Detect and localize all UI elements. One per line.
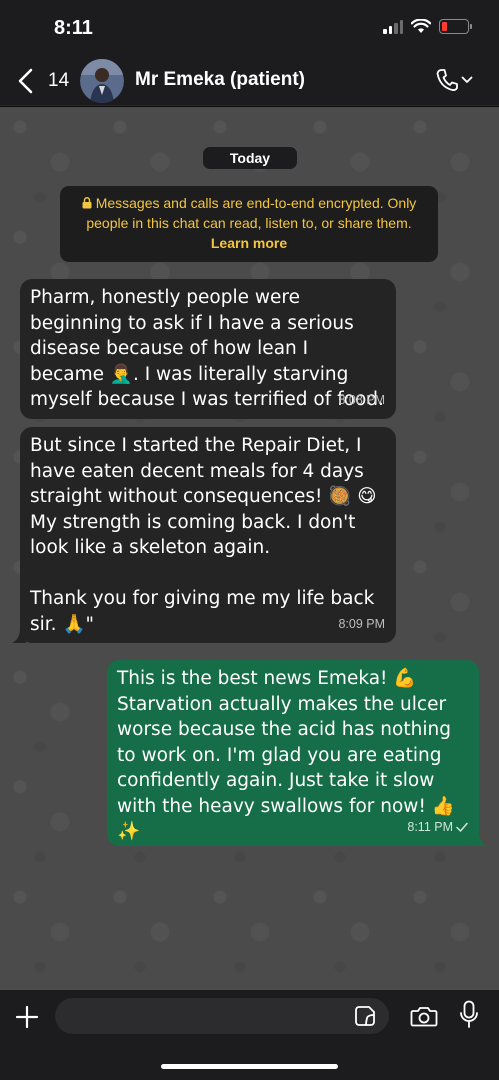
- encryption-notice[interactable]: Messages and calls are end-to-end encryp…: [60, 186, 438, 262]
- message-time: 8:08 PM: [338, 392, 385, 407]
- avatar[interactable]: [80, 59, 124, 103]
- encryption-text: Messages and calls are end-to-end encryp…: [86, 195, 417, 231]
- status-bar: 8:11: [0, 0, 499, 56]
- lock-icon: [82, 197, 92, 209]
- sticker-icon[interactable]: [353, 1004, 377, 1028]
- chevron-down-icon: [461, 76, 473, 83]
- message-time: 8:11 PM: [407, 819, 453, 834]
- wifi-icon: [411, 19, 431, 33]
- message-time: 8:09 PM: [338, 616, 385, 631]
- person-photo-icon: [80, 59, 124, 103]
- chevron-left-icon: [18, 68, 33, 94]
- cellular-signal-icon: [383, 19, 403, 34]
- bubble-tail: [12, 629, 26, 643]
- bubble-tail: [473, 832, 487, 846]
- message-input-bar: [0, 990, 499, 1080]
- message-time-status: 8:11 PM: [407, 815, 468, 841]
- chat-header: 14 Mr Emeka (patient): [0, 56, 499, 106]
- call-button[interactable]: [435, 67, 473, 93]
- contact-name[interactable]: Mr Emeka (patient): [135, 69, 305, 91]
- message-input[interactable]: [55, 998, 389, 1034]
- microphone-icon[interactable]: [459, 1000, 479, 1030]
- status-icons: [383, 19, 472, 34]
- message-text: Pharm, honestly people were beginning to…: [30, 287, 384, 410]
- chat-area[interactable]: Today Messages and calls are end-to-end …: [0, 107, 499, 990]
- camera-icon[interactable]: [410, 1004, 438, 1028]
- checkmark-icon: [456, 822, 468, 832]
- phone-icon: [436, 69, 458, 91]
- message-bubble-incoming[interactable]: But since I started the Repair Diet, I h…: [12, 427, 396, 643]
- home-indicator: [161, 1064, 338, 1069]
- status-time: 8:11: [54, 17, 93, 39]
- battery-icon: [439, 19, 472, 34]
- date-separator: Today: [203, 147, 297, 169]
- message-bubble-incoming[interactable]: Pharm, honestly people were beginning to…: [20, 279, 396, 419]
- plus-icon[interactable]: [14, 1004, 40, 1030]
- message-bubble-outgoing[interactable]: This is the best news Emeka! 💪 Starvatio…: [107, 660, 487, 846]
- unread-count: 14: [48, 70, 70, 91]
- learn-more-link[interactable]: Learn more: [211, 235, 287, 251]
- back-button[interactable]: 14: [14, 66, 69, 96]
- message-text: But since I started the Repair Diet, I h…: [30, 435, 377, 635]
